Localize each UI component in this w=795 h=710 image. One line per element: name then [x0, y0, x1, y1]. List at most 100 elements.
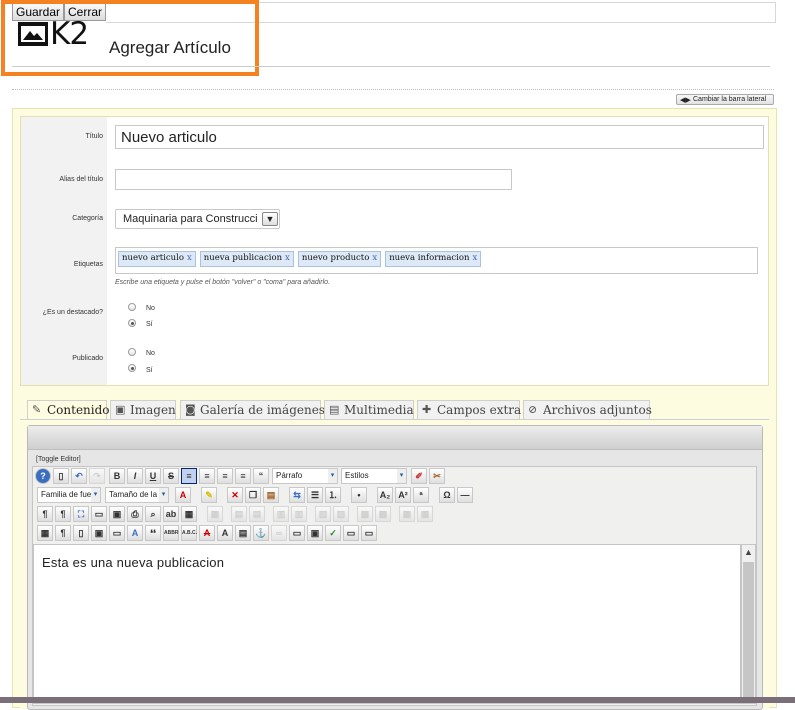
horizontal-rule-icon[interactable]: —	[457, 487, 473, 503]
bullet-list-icon[interactable]: •	[351, 487, 367, 503]
table-delete-icon[interactable]: ▦	[417, 506, 433, 522]
cell-props-icon[interactable]: ▩	[357, 506, 373, 522]
align-left-icon[interactable]: ≡	[181, 468, 197, 484]
layer-icon[interactable]: ▣	[91, 525, 107, 541]
show-blocks-icon[interactable]: ¶	[55, 525, 71, 541]
tag-remove-icon[interactable]: x	[472, 253, 477, 263]
print-icon[interactable]: ⎙	[127, 506, 143, 522]
scroll-up-icon[interactable]: ▲	[742, 545, 755, 560]
code-icon[interactable]: ▭	[91, 506, 107, 522]
scrollbar-thumb[interactable]	[743, 562, 754, 702]
row-delete-icon[interactable]: ▤	[249, 506, 265, 522]
readmore-icon[interactable]: ▭	[361, 525, 377, 541]
eraser-icon[interactable]: ✐	[411, 468, 427, 484]
align-justify-icon[interactable]: ≡	[235, 468, 251, 484]
editor-content-text[interactable]: Esta es una nueva publicacion	[42, 555, 224, 570]
attributes-icon[interactable]: ▤	[235, 525, 251, 541]
undo-icon[interactable]: ↶	[71, 468, 87, 484]
link-icon[interactable]: ∞	[271, 525, 287, 541]
pagebreak-icon[interactable]: ▭	[343, 525, 359, 541]
align-center-icon[interactable]: ≡	[199, 468, 215, 484]
fullscreen-icon[interactable]: ⛶	[73, 506, 89, 522]
preview-icon[interactable]: ▣	[109, 506, 125, 522]
template-icon[interactable]: ▯	[73, 525, 89, 541]
anchor-icon[interactable]: ⚓	[253, 525, 269, 541]
numbered-list-icon[interactable]: ⒈	[325, 487, 341, 503]
text-style-icon[interactable]: A	[127, 525, 143, 541]
search-replace-icon[interactable]: ⇆	[289, 487, 305, 503]
image-manager-icon[interactable]: ▣	[307, 525, 323, 541]
tab-gallery[interactable]: ◙ Galería de imágenes	[180, 400, 325, 419]
strikethrough-icon[interactable]: S	[163, 468, 179, 484]
delete-text-icon[interactable]: A	[199, 525, 215, 541]
ltr-icon[interactable]: ¶	[37, 506, 53, 522]
published-no-radio[interactable]	[128, 348, 136, 356]
row-icon[interactable]: ▤	[231, 506, 247, 522]
italic-icon[interactable]: I	[127, 468, 143, 484]
text-color-icon[interactable]: A	[175, 487, 191, 503]
redo-icon[interactable]: ↷	[89, 468, 105, 484]
underline-icon[interactable]: U	[145, 468, 161, 484]
chevron-down-icon: ▾	[328, 469, 337, 483]
tag-chip: nueva publicacion x	[199, 251, 294, 267]
cleanup-icon[interactable]: ✂	[429, 468, 445, 484]
featured-no-radio[interactable]	[128, 303, 136, 311]
superscript-icon[interactable]: A²	[395, 487, 411, 503]
abbr-icon[interactable]: ABBR	[163, 525, 179, 541]
font-size-select[interactable]: Tamaño de la f ▾	[105, 487, 169, 503]
col-icon[interactable]: ▥	[273, 506, 289, 522]
cut-icon[interactable]: ✕	[227, 487, 243, 503]
font-family-select[interactable]: Familia de fuer ▾	[37, 487, 101, 503]
chevron-down-icon[interactable]: ▼	[262, 212, 278, 226]
col-delete-icon[interactable]: ▥	[291, 506, 307, 522]
tab-image[interactable]: ▣ Imagen	[110, 400, 176, 419]
media-icon[interactable]: ▭	[289, 525, 305, 541]
quote-icon[interactable]: ❛❛	[145, 525, 161, 541]
delete-table-icon[interactable]: ▩	[375, 506, 391, 522]
editor-scrollbar[interactable]: ▲	[741, 544, 756, 704]
published-yes-radio[interactable]	[128, 364, 136, 372]
table-props-icon[interactable]: ▦	[399, 506, 415, 522]
subscript-icon[interactable]: A₂	[377, 487, 393, 503]
merge-icon[interactable]: ▧	[315, 506, 331, 522]
toggle-sidebar-button[interactable]: ◀▶ Cambiar la barra lateral	[676, 94, 774, 105]
image-insert-icon[interactable]: ▦	[181, 506, 197, 522]
category-select[interactable]: Maquinaria para Construcci ▼	[115, 209, 280, 229]
insert-icon[interactable]: ▭	[109, 525, 125, 541]
rtl-icon[interactable]: ¶	[55, 506, 71, 522]
toggle-editor-link[interactable]: [Toggle Editor]	[36, 456, 81, 463]
help-icon[interactable]: ?	[35, 468, 51, 484]
tag-remove-icon[interactable]: x	[285, 253, 290, 263]
tag-remove-icon[interactable]: x	[372, 253, 377, 263]
featured-yes-radio[interactable]	[128, 319, 136, 327]
find-icon[interactable]: ⌕	[145, 506, 161, 522]
bold-icon[interactable]: B	[109, 468, 125, 484]
indent-icon[interactable]: ☰	[307, 487, 323, 503]
tab-content[interactable]: ✎ Contenido	[27, 400, 110, 419]
spellcheck-abc-icon[interactable]: ✓	[325, 525, 341, 541]
styles-select[interactable]: Estilos ▾	[341, 468, 407, 484]
paste-icon[interactable]: ▤	[263, 487, 279, 503]
highlight-color-icon[interactable]: ✎	[201, 487, 217, 503]
alias-input[interactable]	[115, 169, 512, 190]
tag-remove-icon[interactable]: x	[187, 253, 192, 263]
acronym-icon[interactable]: A.B.C.	[181, 525, 197, 541]
spellcheck-icon[interactable]: ª	[413, 487, 429, 503]
tab-media[interactable]: ▤ Multimedia	[324, 400, 414, 419]
table-icon[interactable]: ▦	[207, 506, 223, 522]
editor-content-area[interactable]: Esta es una nueva publicacion	[33, 544, 741, 704]
special-char-icon[interactable]: Ω	[439, 487, 455, 503]
visual-aid-icon[interactable]: ▦	[37, 525, 53, 541]
replace-icon[interactable]: ab	[163, 506, 179, 522]
tab-extra-fields[interactable]: ✚ Campos extra	[417, 400, 521, 419]
tags-input[interactable]: nuevo articulo x nueva publicacion x nuevo…	[115, 247, 758, 274]
new-document-icon[interactable]: ▯	[53, 468, 69, 484]
insert-text-icon[interactable]: A	[217, 525, 233, 541]
copy-icon[interactable]: ❐	[245, 487, 261, 503]
format-select[interactable]: Párrafo ▾	[272, 468, 338, 484]
tab-attachments[interactable]: ⊘ Archivos adjuntos	[523, 400, 652, 419]
split-icon[interactable]: ▨	[333, 506, 349, 522]
title-input[interactable]: Nuevo articulo	[115, 125, 764, 149]
blockquote-icon[interactable]: “	[253, 468, 269, 484]
align-right-icon[interactable]: ≡	[217, 468, 233, 484]
